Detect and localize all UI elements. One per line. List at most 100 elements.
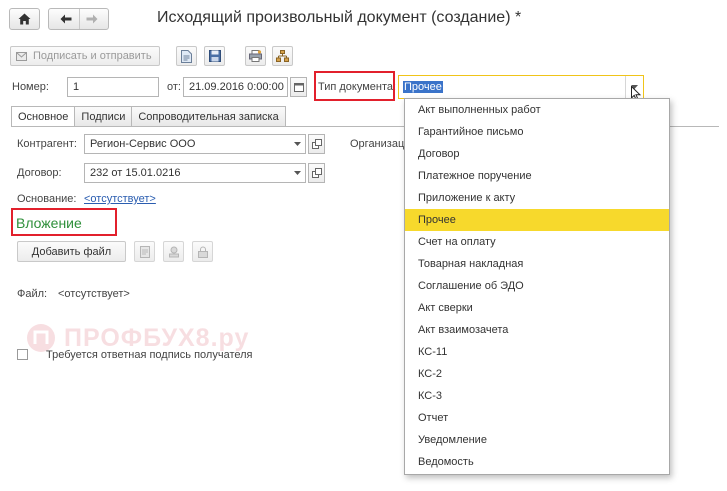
file-label: Файл:	[17, 288, 48, 300]
reply-sign-label: Требуется ответная подпись получателя	[46, 349, 253, 361]
list-item-label: Акт выполненных работ	[418, 104, 541, 116]
add-file-label: Добавить файл	[31, 245, 112, 258]
list-item-label: Договор	[418, 148, 460, 160]
counterparty-label: Контрагент:	[17, 138, 77, 150]
tab-signatures[interactable]: Подписи	[74, 106, 133, 126]
page-title: Исходящий произвольный документ (создани…	[157, 9, 522, 26]
back-button[interactable]	[53, 9, 79, 29]
arrow-left-icon	[60, 14, 71, 24]
organization-label: Организац	[350, 138, 405, 150]
list-item[interactable]: КС-11	[405, 341, 669, 363]
scan-button[interactable]	[134, 241, 155, 262]
file-value: <отсутствует>	[58, 288, 130, 300]
basis-label: Основание:	[17, 193, 77, 205]
number-field[interactable]: 1	[67, 77, 159, 97]
list-item[interactable]: КС-3	[405, 385, 669, 407]
list-item[interactable]: Платежное поручение	[405, 165, 669, 187]
contract-field[interactable]: 232 от 15.01.0216	[84, 163, 306, 183]
annotation-attachment	[11, 208, 117, 236]
list-item[interactable]: Акт сверки	[405, 297, 669, 319]
list-item[interactable]: Товарная накладная	[405, 253, 669, 275]
encrypt-file-button[interactable]	[192, 241, 213, 262]
print-icon	[249, 50, 262, 62]
list-item[interactable]: Гарантийное письмо	[405, 121, 669, 143]
list-item-label: КС-2	[418, 368, 443, 380]
structure-button[interactable]	[272, 46, 293, 66]
lock-icon	[197, 246, 208, 258]
sign-and-send-label: Подписать и отправить	[33, 50, 152, 62]
contract-open-button[interactable]	[308, 163, 325, 183]
history-nav	[48, 8, 109, 30]
chevron-down-icon	[293, 171, 301, 175]
list-item[interactable]: Приложение к акту	[405, 187, 669, 209]
list-item[interactable]: Акт взаимозачета	[405, 319, 669, 341]
home-button[interactable]	[9, 8, 40, 30]
contract-value: 232 от 15.01.0216	[90, 167, 181, 179]
contract-label: Договор:	[17, 167, 62, 179]
open-icon	[311, 139, 322, 149]
list-item-label: Прочее	[418, 214, 456, 226]
tab-bar: Основное Подписи Сопроводительная записк…	[11, 106, 286, 127]
doc-type-field[interactable]: Прочее	[398, 75, 644, 99]
list-item-label: Товарная накладная	[418, 258, 524, 270]
list-item-label: Уведомление	[418, 434, 487, 446]
list-item[interactable]: Уведомление	[405, 429, 669, 451]
tab-signatures-label: Подписи	[81, 110, 126, 123]
chevron-down-icon	[293, 142, 301, 146]
forward-button[interactable]	[78, 9, 105, 29]
annotation-doc-type-label	[314, 71, 395, 101]
list-item-label: Платежное поручение	[418, 170, 532, 182]
sign-and-send-button[interactable]: Подписать и отправить	[10, 46, 160, 66]
from-label: от:	[167, 81, 181, 93]
sign-send-icon	[16, 52, 27, 61]
list-item-label: Гарантийное письмо	[418, 126, 524, 138]
list-item-label: Счет на оплату	[418, 236, 496, 248]
counterparty-open-button[interactable]	[308, 134, 325, 154]
list-item-selected[interactable]: Прочее	[405, 209, 669, 231]
list-item-label: Акт взаимозачета	[418, 324, 509, 336]
add-file-button[interactable]: Добавить файл	[17, 241, 126, 262]
save-button[interactable]	[204, 46, 225, 66]
tab-main-label: Основное	[18, 111, 69, 123]
scan-icon	[139, 245, 150, 258]
sign-file-button[interactable]	[163, 241, 184, 262]
list-item[interactable]: Ведомость	[405, 451, 669, 473]
number-value: 1	[73, 81, 80, 93]
tab-cover-note[interactable]: Сопроводительная записка	[131, 106, 286, 126]
document-icon	[181, 49, 192, 63]
list-item-label: Отчет	[418, 412, 449, 424]
tab-main[interactable]: Основное	[11, 106, 76, 127]
structure-icon	[276, 50, 289, 62]
date-value: 21.09.2016 0:00:00	[189, 81, 284, 93]
counterparty-dropdown-button[interactable]	[289, 135, 305, 153]
counterparty-value: Регион-Сервис ООО	[90, 138, 196, 150]
date-field[interactable]: 21.09.2016 0:00:00	[183, 77, 288, 97]
list-item-label: Приложение к акту	[418, 192, 516, 204]
number-label: Номер:	[12, 81, 49, 93]
save-icon	[208, 50, 221, 62]
calendar-button[interactable]	[290, 77, 307, 97]
home-icon	[18, 13, 31, 25]
open-icon	[311, 168, 322, 178]
counterparty-field[interactable]: Регион-Сервис ООО	[84, 134, 306, 154]
basis-link[interactable]: <отсутствует>	[84, 193, 156, 205]
list-item[interactable]: Акт выполненных работ	[405, 99, 669, 121]
tab-cover-note-label: Сопроводительная записка	[138, 110, 279, 123]
list-item-label: КС-11	[418, 346, 448, 358]
list-item[interactable]: КС-2	[405, 363, 669, 385]
document-button[interactable]	[176, 46, 197, 66]
list-item[interactable]: Отчет	[405, 407, 669, 429]
doc-type-dropdown-list: Акт выполненных работ Гарантийное письмо…	[404, 98, 670, 475]
stamp-icon	[168, 246, 179, 257]
arrow-right-icon	[86, 14, 98, 24]
doc-type-value: Прочее	[403, 81, 443, 93]
print-button[interactable]	[245, 46, 266, 66]
list-item[interactable]: Договор	[405, 143, 669, 165]
contract-dropdown-button[interactable]	[289, 164, 305, 182]
list-item[interactable]: Счет на оплату	[405, 231, 669, 253]
calendar-icon	[293, 82, 304, 92]
list-item-label: Ведомость	[418, 456, 474, 468]
reply-sign-checkbox[interactable]	[17, 349, 28, 360]
list-item[interactable]: Соглашение об ЭДО	[405, 275, 669, 297]
list-item-label: Акт сверки	[418, 302, 473, 314]
